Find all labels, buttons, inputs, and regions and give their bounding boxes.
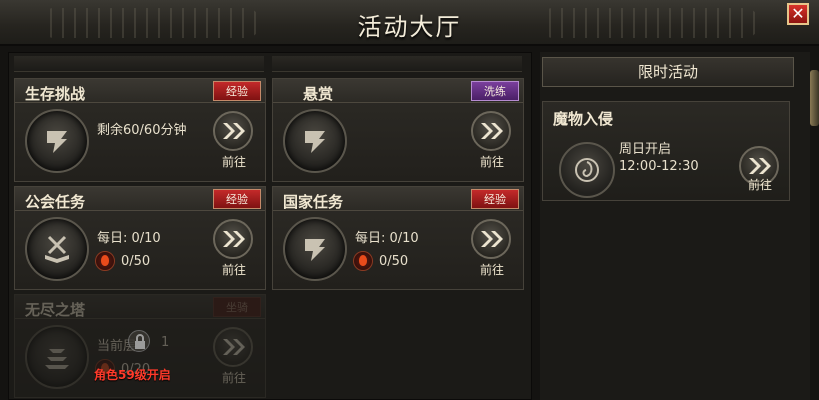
- lock-icon: [128, 330, 150, 352]
- reward-tag: 经验: [213, 81, 261, 101]
- card-title: 无尽之塔: [25, 301, 86, 319]
- limited-activity-header: 限时活动: [542, 57, 794, 87]
- open-time: 12:00-12:30: [619, 159, 699, 174]
- fire-icon: [353, 251, 373, 271]
- reward-tag: 经验: [471, 189, 519, 209]
- scroll-icon: [25, 109, 89, 173]
- chevron-right-icon: [223, 231, 245, 247]
- unlock-requirement: 角色59级开启: [94, 368, 171, 382]
- go-button[interactable]: [213, 111, 253, 151]
- activity-card-nation-quest[interactable]: 国家任务 经验 每日: 0/10 0/50 前往: [272, 186, 524, 290]
- card-title: 生存挑战: [25, 85, 86, 103]
- scroll-icon: [283, 217, 347, 281]
- chevron-right-icon: [481, 231, 503, 247]
- fire-icon: [95, 251, 115, 271]
- go-label[interactable]: 前往: [480, 153, 504, 170]
- go-button[interactable]: [213, 219, 253, 259]
- activity-card-guild-quest[interactable]: 公会任务 经验 每日: 0/10 0/50 前往: [14, 186, 266, 290]
- go-label[interactable]: 前往: [748, 176, 772, 193]
- panel-scroll-handle[interactable]: [810, 70, 819, 126]
- current-floor-value: 1: [161, 335, 170, 350]
- chevron-right-icon: [223, 123, 245, 139]
- daily-count: 每日: 0/10: [97, 231, 161, 246]
- fire-count: 0/50: [121, 254, 151, 269]
- close-button[interactable]: ✕: [787, 3, 809, 25]
- chevron-right-icon: [481, 123, 503, 139]
- open-day: 周日开启: [619, 142, 672, 157]
- reward-tag: 坐骑: [213, 297, 261, 317]
- go-label[interactable]: 前往: [222, 153, 246, 170]
- limited-card-monster-invasion[interactable]: 魔物入侵 周日开启 12:00-12:30 前往: [542, 101, 790, 201]
- scroll-icon: [283, 109, 347, 173]
- daily-count: 每日: 0/10: [355, 231, 419, 246]
- spiral-emblem-icon: [559, 142, 615, 198]
- go-label[interactable]: 前往: [222, 261, 246, 278]
- card-title: 公会任务: [25, 193, 86, 211]
- activity-card-survival[interactable]: 生存挑战 经验 剩余60/60分钟 前往: [14, 78, 266, 182]
- card-header: 国家任务 经验: [273, 187, 523, 211]
- card-title: 魔物入侵: [553, 110, 614, 128]
- card-title: 悬赏: [303, 85, 334, 103]
- scrolled-card-edge: [14, 56, 264, 72]
- card-header: 生存挑战 经验: [15, 79, 265, 103]
- card-title: 国家任务: [283, 193, 344, 211]
- card-header: 悬赏 洗练: [273, 79, 523, 103]
- go-button[interactable]: [471, 111, 511, 151]
- scrolled-card-edge: [272, 56, 522, 72]
- activity-card-bounty[interactable]: 悬赏 洗练 前往: [272, 78, 524, 182]
- remaining-time: 剩余60/60分钟: [97, 123, 187, 138]
- crossed-swords-book-icon: [25, 217, 89, 281]
- window-title: 活动大厅: [357, 13, 462, 41]
- chevron-right-icon: [749, 158, 771, 174]
- reward-tag: 经验: [213, 189, 261, 209]
- reward-tag: 洗练: [471, 81, 519, 101]
- go-button: [213, 327, 253, 367]
- fire-count: 0/50: [379, 254, 409, 269]
- title-bar: 活动大厅 ✕: [0, 0, 819, 46]
- chevron-right-icon: [223, 339, 245, 355]
- go-label: 前往: [221, 371, 246, 385]
- card-header: 公会任务 经验: [15, 187, 265, 211]
- pagoda-icon: [25, 325, 89, 389]
- go-label[interactable]: 前往: [480, 261, 504, 278]
- go-button[interactable]: [471, 219, 511, 259]
- card-header: 无尽之塔 坐骑: [15, 295, 265, 319]
